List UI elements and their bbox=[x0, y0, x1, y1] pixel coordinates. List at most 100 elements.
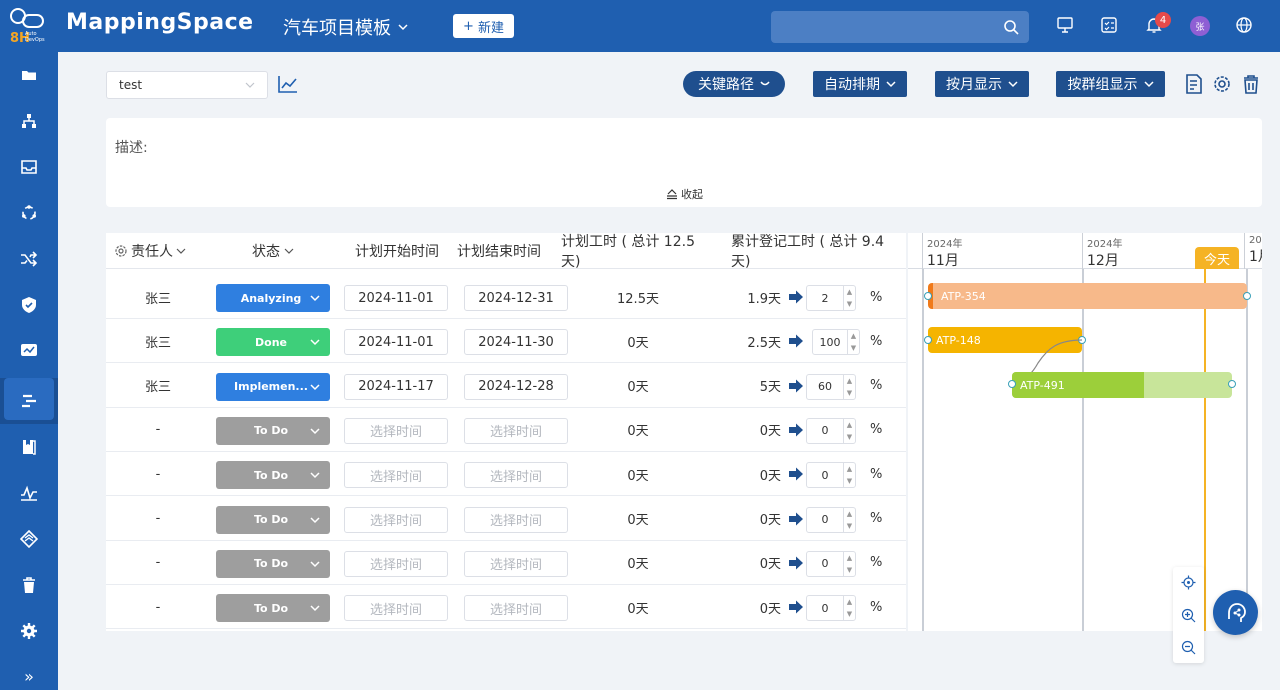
progress-stepper[interactable]: 0 ▲ ▼ bbox=[806, 550, 856, 577]
gantt-bar-atp-491[interactable]: ATP-491 bbox=[1012, 372, 1232, 398]
arrow-right-icon[interactable] bbox=[788, 423, 804, 437]
end-date-picker[interactable]: 选择时间 bbox=[464, 462, 568, 489]
progress-stepper[interactable]: 60 ▲ ▼ bbox=[806, 373, 856, 400]
arrow-right-icon[interactable] bbox=[788, 467, 804, 481]
monthly-view-dropdown[interactable]: 按月显示 bbox=[935, 71, 1029, 97]
collapse-button[interactable]: 收起 bbox=[666, 186, 703, 202]
sidebar-item-trash[interactable] bbox=[0, 562, 58, 608]
stepper-arrows[interactable]: ▲ ▼ bbox=[843, 374, 855, 399]
export-document-icon[interactable] bbox=[1183, 73, 1205, 95]
status-dropdown[interactable]: To Do bbox=[216, 505, 330, 534]
end-date-picker[interactable]: 选择时间 bbox=[464, 595, 568, 622]
today-marker[interactable]: 今天 bbox=[1195, 247, 1239, 269]
line-chart-icon[interactable] bbox=[278, 75, 298, 93]
end-date-picker[interactable]: 2024-11-30 bbox=[464, 329, 568, 356]
monitor-icon[interactable] bbox=[1056, 16, 1074, 34]
sidebar-item-gantt[interactable] bbox=[0, 378, 58, 424]
stepper-arrows[interactable]: ▲ ▼ bbox=[843, 286, 855, 310]
start-date-picker[interactable]: 2024-11-17 bbox=[344, 373, 448, 400]
status-dropdown[interactable]: Implemen... bbox=[216, 372, 330, 401]
critical-path-button[interactable]: 关键路径 bbox=[683, 71, 785, 97]
arrow-right-icon[interactable] bbox=[788, 512, 804, 526]
gantt-connector-handle[interactable] bbox=[1228, 380, 1236, 388]
stepper-arrows[interactable]: ▲ ▼ bbox=[843, 463, 855, 488]
gantt-connector-handle[interactable] bbox=[1008, 380, 1016, 388]
stepper-arrows[interactable]: ▲ ▼ bbox=[843, 596, 855, 621]
status-dropdown[interactable]: Analyzing bbox=[216, 284, 330, 312]
project-switcher[interactable]: 汽车项目模板 bbox=[283, 14, 409, 40]
arrow-right-icon[interactable] bbox=[788, 600, 804, 614]
start-date-picker[interactable]: 2024-11-01 bbox=[344, 285, 448, 311]
progress-stepper[interactable]: 0 ▲ ▼ bbox=[806, 595, 856, 622]
arrow-right-icon[interactable] bbox=[788, 290, 804, 304]
end-date-picker[interactable]: 2024-12-31 bbox=[464, 285, 568, 311]
locate-icon[interactable] bbox=[1181, 575, 1196, 590]
gear-icon[interactable] bbox=[114, 244, 128, 258]
sidebar-item-book[interactable] bbox=[0, 424, 58, 470]
start-date-picker[interactable]: 2024-11-01 bbox=[344, 329, 448, 356]
gantt-connector-handle[interactable] bbox=[1243, 292, 1251, 300]
status-dropdown[interactable]: To Do bbox=[216, 594, 330, 623]
assistant-icon bbox=[1227, 602, 1246, 622]
stepper-arrows[interactable]: ▲ ▼ bbox=[847, 330, 859, 355]
header-assignee[interactable]: 责任人 bbox=[114, 233, 196, 269]
new-button[interactable]: + 新建 bbox=[453, 14, 514, 38]
group-view-dropdown[interactable]: 按群组显示 bbox=[1056, 71, 1165, 97]
sidebar-item-hierarchy[interactable] bbox=[0, 98, 58, 144]
progress-stepper[interactable]: 2 ▲ ▼ bbox=[806, 285, 856, 311]
start-date-picker[interactable]: 选择时间 bbox=[344, 462, 448, 489]
progress-value: 2 bbox=[821, 291, 829, 305]
end-date-picker[interactable]: 选择时间 bbox=[464, 417, 568, 444]
start-date-picker[interactable]: 选择时间 bbox=[344, 595, 448, 622]
progress-value: 0 bbox=[821, 513, 829, 526]
status-dropdown[interactable]: Done bbox=[216, 328, 330, 357]
end-date-picker[interactable]: 选择时间 bbox=[464, 550, 568, 577]
sidebar-item-settings[interactable] bbox=[0, 608, 58, 654]
progress-stepper[interactable]: 0 ▲ ▼ bbox=[806, 506, 856, 533]
zoom-out-icon[interactable] bbox=[1181, 640, 1196, 655]
sidebar-item-inbox[interactable] bbox=[0, 144, 58, 190]
gantt-connector-handle[interactable] bbox=[924, 292, 932, 300]
trash-icon[interactable] bbox=[1240, 73, 1262, 95]
arrow-right-icon[interactable] bbox=[788, 379, 804, 393]
gantt-connector-handle[interactable] bbox=[924, 336, 932, 344]
arrow-right-icon[interactable] bbox=[788, 334, 804, 348]
end-date-picker[interactable]: 2024-12-28 bbox=[464, 373, 568, 400]
stepper-arrows[interactable]: ▲ ▼ bbox=[843, 418, 855, 443]
start-date-picker[interactable]: 选择时间 bbox=[344, 506, 448, 533]
stepper-arrows[interactable]: ▲ ▼ bbox=[843, 507, 855, 532]
status-dropdown[interactable]: To Do bbox=[216, 416, 330, 445]
sidebar-item-dashboard[interactable] bbox=[0, 328, 58, 374]
sidebar-item-folder[interactable] bbox=[0, 52, 58, 98]
stepper-arrows[interactable]: ▲ ▼ bbox=[843, 551, 855, 576]
sidebar-item-layers[interactable] bbox=[0, 516, 58, 562]
start-date-picker[interactable]: 选择时间 bbox=[344, 417, 448, 444]
sidebar-item-activity[interactable] bbox=[0, 470, 58, 516]
plan-select[interactable]: test bbox=[106, 71, 268, 99]
arrow-right-icon[interactable] bbox=[788, 556, 804, 570]
progress-stepper[interactable]: 0 ▲ ▼ bbox=[806, 417, 856, 444]
zoom-in-icon[interactable] bbox=[1181, 608, 1196, 623]
checklist-icon[interactable] bbox=[1100, 16, 1118, 34]
avatar[interactable]: 张 bbox=[1190, 16, 1210, 36]
sidebar-item-shuffle[interactable] bbox=[0, 236, 58, 282]
status-dropdown[interactable]: To Do bbox=[216, 549, 330, 578]
sidebar-item-cycle[interactable] bbox=[0, 190, 58, 236]
globe-icon[interactable] bbox=[1235, 16, 1253, 34]
gantt-bar-atp-354[interactable]: ATP-354 bbox=[928, 283, 1247, 309]
sidebar-item-shield[interactable] bbox=[0, 282, 58, 328]
header-status[interactable]: 状态 bbox=[236, 233, 310, 269]
status-dropdown[interactable]: To Do bbox=[216, 461, 330, 490]
progress-stepper[interactable]: 0 ▲ ▼ bbox=[806, 462, 856, 489]
search-icon[interactable] bbox=[1003, 19, 1019, 35]
assistant-button[interactable] bbox=[1213, 590, 1258, 635]
progress-stepper[interactable]: 100 ▲ ▼ bbox=[812, 329, 860, 356]
auto-schedule-dropdown[interactable]: 自动排期 bbox=[813, 71, 907, 97]
global-search-input[interactable] bbox=[771, 11, 1029, 43]
end-date-picker[interactable]: 选择时间 bbox=[464, 506, 568, 533]
gear-icon bbox=[21, 623, 37, 639]
start-date-picker[interactable]: 选择时间 bbox=[344, 550, 448, 577]
gear-icon[interactable] bbox=[1211, 73, 1233, 95]
logo[interactable]: 8H Auto DevOps bbox=[8, 4, 52, 48]
sidebar-expand-button[interactable]: » bbox=[0, 662, 58, 690]
